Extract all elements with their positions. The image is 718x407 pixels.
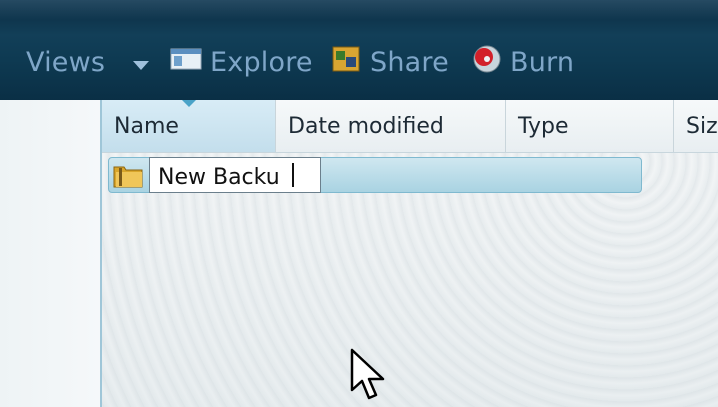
burn-button[interactable]: Burn xyxy=(472,42,574,82)
column-header-date-modified[interactable]: Date modified xyxy=(276,100,506,152)
disc-burn-icon xyxy=(472,44,502,81)
share-label: Share xyxy=(370,46,449,78)
mouse-pointer-icon xyxy=(350,348,385,400)
share-button[interactable]: Share xyxy=(332,42,449,82)
column-header-size[interactable]: Siz xyxy=(674,100,718,152)
navigation-pane xyxy=(0,100,102,407)
column-header-label: Siz xyxy=(686,113,718,139)
column-header-label: Date modified xyxy=(288,113,444,139)
views-button[interactable]: Views xyxy=(26,42,157,82)
file-list-pane: Name Date modified Type Siz xyxy=(102,100,718,407)
command-bar: Views Explore Share Burn xyxy=(0,0,718,100)
list-item[interactable] xyxy=(108,157,642,193)
folder-icon xyxy=(113,166,143,188)
text-caret xyxy=(292,163,294,187)
burn-label: Burn xyxy=(510,46,575,78)
column-header-name[interactable]: Name xyxy=(102,100,276,152)
sort-indicator-icon xyxy=(182,100,196,107)
explore-window-icon xyxy=(170,47,202,78)
explore-button[interactable]: Explore xyxy=(170,42,313,82)
column-header-row: Name Date modified Type Siz xyxy=(102,100,718,153)
command-bar-gloss xyxy=(0,0,718,20)
column-header-label: Name xyxy=(114,113,179,139)
share-icon xyxy=(332,45,362,80)
rename-input[interactable] xyxy=(149,157,321,193)
column-header-type[interactable]: Type xyxy=(506,100,674,152)
column-header-label: Type xyxy=(518,113,569,139)
chevron-down-icon xyxy=(133,47,150,78)
explore-label: Explore xyxy=(210,46,313,78)
views-label: Views xyxy=(26,46,106,78)
